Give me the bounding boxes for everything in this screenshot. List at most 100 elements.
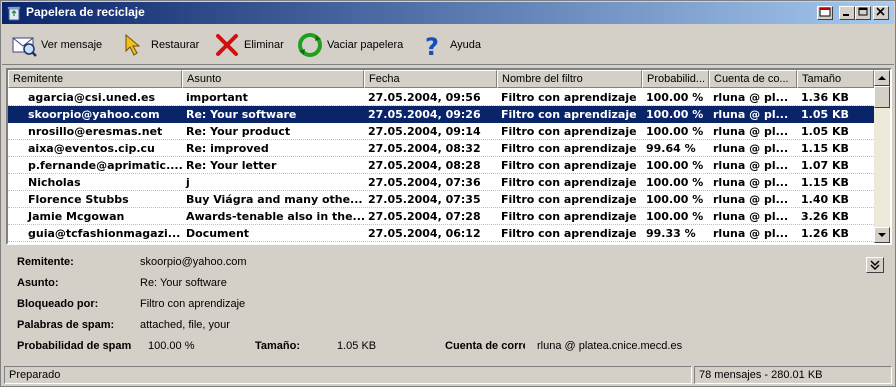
message-cell: 100.00 %	[646, 108, 704, 121]
message-cell: Re: Your product	[186, 125, 291, 138]
scroll-up-button[interactable]	[874, 70, 890, 86]
column-header[interactable]: Asunto	[182, 70, 364, 88]
message-row[interactable]: nrosillo@eresmas.net Re: Your product 27.0…	[8, 123, 874, 140]
message-cell: agarcia@csi.uned.es	[28, 91, 156, 104]
restore-button[interactable]: Restaurar	[120, 30, 199, 60]
arrow-down-icon	[878, 233, 886, 237]
message-row[interactable]: Jamie Mcgowan Awards-tenable also in the.…	[8, 208, 874, 225]
message-cell: p.fernande@aprimatic....	[28, 159, 182, 172]
message-cell: rluna @ pl...	[713, 91, 789, 104]
close-icon	[876, 7, 885, 16]
message-cell: Filtro con aprendizaje	[501, 210, 637, 223]
message-cell: 1.05 KB	[801, 108, 849, 121]
message-cell: rluna @ pl...	[713, 159, 789, 172]
message-row[interactable]: Nicholas j 27.05.2004, 07:36 Filtro con apr…	[8, 174, 874, 191]
status-bar: Preparado 78 mensajes - 280.01 KB	[2, 365, 894, 385]
red-x-icon	[216, 34, 238, 56]
list-header: Remitente Asunto Fecha Nombre del filtro Pro…	[8, 70, 874, 88]
message-cell: Filtro con aprendizaje	[501, 142, 637, 155]
message-cell: 1.40 KB	[801, 193, 849, 206]
minimize-icon	[843, 14, 849, 16]
message-cell: Re: improved	[186, 142, 269, 155]
empty-bin-label: Vaciar papelera	[327, 39, 404, 51]
message-cell: Filtro con aprendizaje	[501, 193, 637, 206]
window-title: Papelera de reciclaje	[26, 5, 145, 19]
message-row[interactable]: skoorpio@yahoo.com Re: Your software 27.05…	[8, 106, 874, 123]
message-cell: Filtro con aprendizaje	[501, 227, 637, 240]
message-cell: rluna @ pl...	[713, 193, 789, 206]
message-cell: Awards-tenable also in the...	[186, 210, 364, 223]
spam-words-label: Palabras de spam:	[17, 319, 115, 331]
question-mark-icon: ?	[425, 33, 439, 59]
column-header[interactable]: Fecha	[364, 70, 497, 88]
message-cell: 99.64 %	[646, 142, 696, 155]
toolbar: Ver mensaje Restaurar Eliminar Vaciar pa…	[2, 25, 894, 65]
message-cell: 100.00 %	[646, 193, 704, 206]
scroll-down-button[interactable]	[874, 227, 890, 243]
message-cell: rluna @ pl...	[713, 108, 789, 121]
arrow-up-icon	[878, 76, 886, 80]
message-details: Remitente: skoorpio@yahoo.com Asunto: Re…	[6, 249, 892, 363]
minimize-button[interactable]	[839, 6, 855, 20]
view-message-label: Ver mensaje	[41, 39, 103, 51]
message-cell: rluna @ pl...	[713, 125, 789, 138]
column-header[interactable]: Probabilid...	[642, 70, 709, 88]
sender-label: Remitente:	[17, 256, 74, 268]
subject-value: Re: Your software	[140, 277, 227, 289]
account-value: rluna @ platea.cnice.mecd.es	[537, 340, 683, 352]
help-label: Ayuda	[450, 39, 481, 51]
recycle-arrows-icon	[298, 33, 322, 57]
message-cell: 1.15 KB	[801, 176, 849, 189]
app-window-icon	[819, 7, 831, 17]
message-cell: guia@tcfashionmagazi...	[28, 227, 181, 240]
envelope-magnifier-icon	[12, 37, 37, 57]
delete-button[interactable]: Eliminar	[213, 30, 284, 60]
empty-bin-button[interactable]: Vaciar papelera	[296, 30, 403, 60]
blocked-by-value: Filtro con aprendizaje	[140, 298, 246, 310]
message-cell: 100.00 %	[646, 91, 704, 104]
message-row[interactable]: aixa@eventos.cip.cu Re: improved 27.05.200…	[8, 140, 874, 157]
size-value: 1.05 KB	[337, 340, 377, 352]
column-header[interactable]: Cuenta de co...	[709, 70, 797, 88]
maximize-icon	[858, 7, 868, 16]
close-button[interactable]	[873, 6, 889, 20]
column-header[interactable]: Remitente	[8, 70, 182, 88]
help-button[interactable]: ? Ayuda	[419, 30, 481, 60]
restore-cursor-icon	[125, 33, 141, 56]
message-list[interactable]: Remitente Asunto Fecha Nombre del filtro Pro…	[6, 68, 892, 245]
message-row[interactable]: Florence Stubbs Buy Viágra and many othe.…	[8, 191, 874, 208]
message-cell: nrosillo@eresmas.net	[28, 125, 163, 138]
blocked-by-label: Bloqueado por:	[17, 298, 99, 310]
column-header[interactable]: Tamaño	[797, 70, 874, 88]
message-cell: 27.05.2004, 08:28	[368, 159, 481, 172]
message-cell: 27.05.2004, 09:14	[368, 125, 481, 138]
message-cell: Florence Stubbs	[28, 193, 129, 206]
message-cell: 100.00 %	[646, 210, 704, 223]
extra-window-button[interactable]	[817, 6, 833, 20]
column-header[interactable]: Nombre del filtro	[497, 70, 642, 88]
title-bar[interactable]: Papelera de reciclaje	[2, 2, 894, 24]
spam-probability-label: Probabilidad de spam	[17, 340, 132, 352]
message-cell: 27.05.2004, 09:26	[368, 108, 481, 121]
double-chevron-down-icon	[870, 260, 880, 271]
maximize-button[interactable]	[855, 6, 871, 20]
message-row[interactable]: guia@tcfashionmagazi... Document 27.05.200…	[8, 225, 874, 242]
expand-details-button[interactable]	[866, 257, 884, 273]
message-cell: Filtro con aprendizaje	[501, 108, 637, 121]
message-row[interactable]: agarcia@csi.uned.es important 27.05.2004, …	[8, 89, 874, 106]
message-cell: aixa@eventos.cip.cu	[28, 142, 155, 155]
message-cell: 100.00 %	[646, 176, 704, 189]
message-cell: rluna @ pl...	[713, 227, 789, 240]
message-cell: 1.07 KB	[801, 159, 849, 172]
message-cell: Re: Your software	[186, 108, 297, 121]
view-message-button[interactable]: Ver mensaje	[10, 30, 102, 60]
message-cell: j	[186, 176, 190, 189]
message-row[interactable]: p.fernande@aprimatic.... Re: Your letter 2…	[8, 157, 874, 174]
message-cell: 100.00 %	[646, 159, 704, 172]
vertical-scrollbar[interactable]	[874, 70, 890, 243]
recycle-bin-icon	[7, 6, 21, 21]
svg-text:?: ?	[425, 33, 439, 59]
message-cell: Jamie Mcgowan	[28, 210, 125, 223]
message-cell: Nicholas	[28, 176, 81, 189]
scroll-thumb[interactable]	[874, 86, 890, 108]
